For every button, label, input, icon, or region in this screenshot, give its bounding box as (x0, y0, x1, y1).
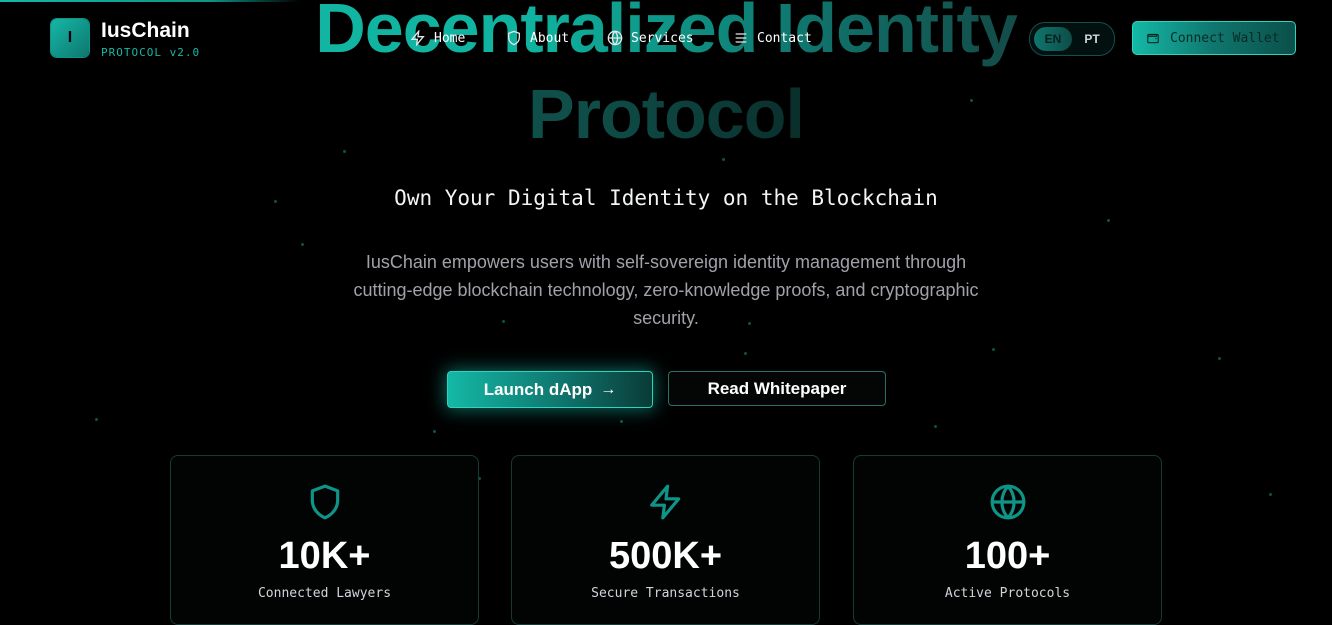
connect-wallet-label: Connect Wallet (1170, 30, 1280, 46)
brand-name: IusChain (101, 19, 190, 42)
stat-value: 500K+ (608, 535, 723, 577)
stat-label: Active Protocols (944, 586, 1071, 601)
stat-card-protocols: 100+ Active Protocols (853, 455, 1162, 625)
stat-label: Connected Lawyers (257, 586, 392, 601)
brand-tagline: PROTOCOL v2.0 (101, 46, 201, 59)
connect-wallet-button[interactable]: Connect Wallet (1132, 21, 1296, 55)
launch-dapp-label: Launch dApp (483, 379, 593, 399)
launch-dapp-button[interactable]: Launch dApp → (447, 371, 653, 408)
read-whitepaper-label: Read Whitepaper (707, 378, 847, 398)
stat-value: 10K+ (278, 535, 371, 577)
zap-icon (410, 30, 425, 46)
nav-contact-label: Contact (757, 30, 812, 46)
shield-icon (306, 483, 344, 521)
shield-icon (508, 30, 520, 46)
stat-card-transactions: 500K+ Secure Transactions (511, 455, 820, 625)
nav-contact[interactable]: Contact (733, 30, 812, 46)
globe-icon (607, 30, 623, 46)
nav-services-label: Services (631, 30, 694, 46)
zap-icon (647, 483, 685, 521)
lang-en-button[interactable]: EN (1034, 27, 1072, 51)
lang-pt-button[interactable]: PT (1078, 27, 1106, 51)
nav-about[interactable]: About (506, 30, 569, 46)
logo[interactable]: I (51, 19, 89, 57)
hero-subtitle: Own Your Digital Identity on the Blockch… (394, 186, 938, 210)
hero-title-line2: Protocol (0, 72, 1332, 156)
nav-home-label: Home (434, 30, 466, 46)
stat-value: 100+ (964, 535, 1051, 577)
globe-icon (989, 483, 1027, 521)
wallet-icon (1147, 33, 1159, 44)
nav-services[interactable]: Services (607, 30, 694, 46)
stat-card-lawyers: 10K+ Connected Lawyers (170, 455, 479, 625)
hero-description: IusChain empowers users with self-sovere… (353, 252, 979, 328)
read-whitepaper-button[interactable]: Read Whitepaper (668, 371, 886, 406)
language-toggle: EN PT (1029, 22, 1115, 56)
arrow-right-icon: → (600, 380, 617, 398)
nav-home[interactable]: Home (410, 30, 465, 46)
stat-label: Secure Transactions (591, 586, 740, 601)
nav-about-label: About (530, 30, 570, 46)
menu-icon (735, 33, 747, 43)
logo-letter: I (67, 29, 73, 46)
